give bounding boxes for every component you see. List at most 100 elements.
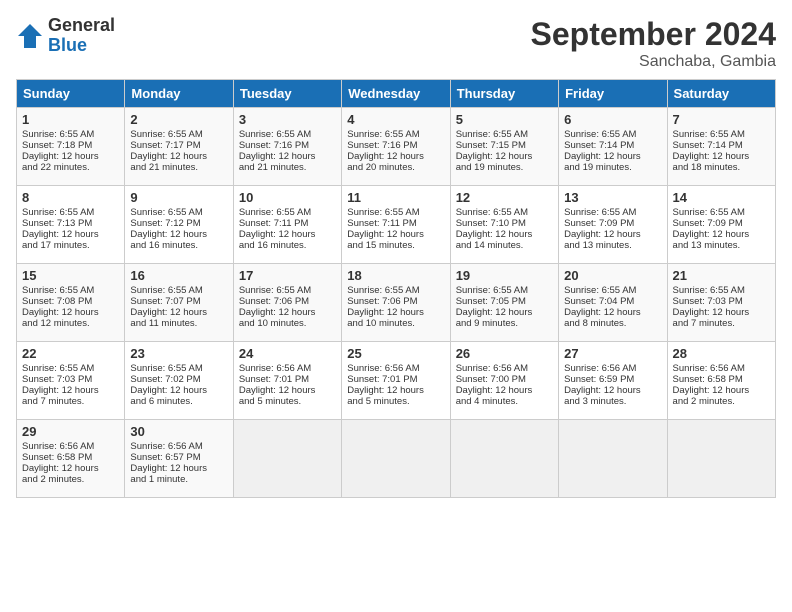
- cell-info-line: Sunset: 7:11 PM: [347, 218, 444, 229]
- day-number: 26: [456, 346, 553, 361]
- week-row-5: 29Sunrise: 6:56 AMSunset: 6:58 PMDayligh…: [17, 420, 776, 498]
- week-row-3: 15Sunrise: 6:55 AMSunset: 7:08 PMDayligh…: [17, 264, 776, 342]
- column-header-monday: Monday: [125, 80, 233, 108]
- week-row-1: 1Sunrise: 6:55 AMSunset: 7:18 PMDaylight…: [17, 108, 776, 186]
- page-header: General Blue September 2024 Sanchaba, Ga…: [16, 16, 776, 71]
- day-number: 4: [347, 112, 444, 127]
- cell-info-line: Daylight: 12 hours: [564, 307, 661, 318]
- cell-info-line: and 19 minutes.: [456, 162, 553, 173]
- cell-info-line: Sunrise: 6:55 AM: [347, 129, 444, 140]
- cell-info-line: Sunset: 7:08 PM: [22, 296, 119, 307]
- cell-info-line: and 1 minute.: [130, 474, 227, 485]
- cell-info-line: Sunset: 7:13 PM: [22, 218, 119, 229]
- logo: General Blue: [16, 16, 115, 56]
- cell-info-line: and 10 minutes.: [347, 318, 444, 329]
- cell-info-line: Sunrise: 6:55 AM: [347, 285, 444, 296]
- cell-info-line: Daylight: 12 hours: [456, 385, 553, 396]
- cell-info-line: Daylight: 12 hours: [347, 307, 444, 318]
- calendar-cell: 9Sunrise: 6:55 AMSunset: 7:12 PMDaylight…: [125, 186, 233, 264]
- day-number: 2: [130, 112, 227, 127]
- cell-info-line: Sunrise: 6:55 AM: [673, 207, 770, 218]
- day-number: 18: [347, 268, 444, 283]
- cell-info-line: Sunset: 7:01 PM: [347, 374, 444, 385]
- cell-info-line: and 14 minutes.: [456, 240, 553, 251]
- cell-info-line: and 20 minutes.: [347, 162, 444, 173]
- day-number: 9: [130, 190, 227, 205]
- cell-info-line: Daylight: 12 hours: [22, 229, 119, 240]
- cell-info-line: Daylight: 12 hours: [130, 385, 227, 396]
- calendar-cell: 23Sunrise: 6:55 AMSunset: 7:02 PMDayligh…: [125, 342, 233, 420]
- calendar-cell: 6Sunrise: 6:55 AMSunset: 7:14 PMDaylight…: [559, 108, 667, 186]
- cell-info-line: Sunset: 7:10 PM: [456, 218, 553, 229]
- calendar-cell: 21Sunrise: 6:55 AMSunset: 7:03 PMDayligh…: [667, 264, 775, 342]
- day-number: 8: [22, 190, 119, 205]
- cell-info-line: Daylight: 12 hours: [130, 463, 227, 474]
- cell-info-line: Sunset: 7:09 PM: [673, 218, 770, 229]
- cell-info-line: Daylight: 12 hours: [239, 151, 336, 162]
- cell-info-line: and 9 minutes.: [456, 318, 553, 329]
- calendar-cell: 5Sunrise: 6:55 AMSunset: 7:15 PMDaylight…: [450, 108, 558, 186]
- day-number: 28: [673, 346, 770, 361]
- calendar-cell: 26Sunrise: 6:56 AMSunset: 7:00 PMDayligh…: [450, 342, 558, 420]
- day-number: 23: [130, 346, 227, 361]
- calendar-cell: [559, 420, 667, 498]
- cell-info-line: Sunrise: 6:56 AM: [347, 363, 444, 374]
- day-number: 24: [239, 346, 336, 361]
- cell-info-line: Daylight: 12 hours: [130, 229, 227, 240]
- day-number: 17: [239, 268, 336, 283]
- day-number: 16: [130, 268, 227, 283]
- cell-info-line: and 17 minutes.: [22, 240, 119, 251]
- cell-info-line: Sunset: 7:16 PM: [239, 140, 336, 151]
- cell-info-line: Sunrise: 6:56 AM: [130, 441, 227, 452]
- cell-info-line: and 21 minutes.: [239, 162, 336, 173]
- cell-info-line: and 13 minutes.: [564, 240, 661, 251]
- cell-info-line: and 3 minutes.: [564, 396, 661, 407]
- cell-info-line: Sunrise: 6:55 AM: [130, 129, 227, 140]
- cell-info-line: Daylight: 12 hours: [22, 151, 119, 162]
- day-number: 1: [22, 112, 119, 127]
- cell-info-line: Sunrise: 6:55 AM: [22, 129, 119, 140]
- calendar-cell: 29Sunrise: 6:56 AMSunset: 6:58 PMDayligh…: [17, 420, 125, 498]
- cell-info-line: Daylight: 12 hours: [673, 307, 770, 318]
- column-header-thursday: Thursday: [450, 80, 558, 108]
- calendar-cell: 7Sunrise: 6:55 AMSunset: 7:14 PMDaylight…: [667, 108, 775, 186]
- day-number: 7: [673, 112, 770, 127]
- logo-blue: Blue: [48, 36, 115, 56]
- calendar-cell: 12Sunrise: 6:55 AMSunset: 7:10 PMDayligh…: [450, 186, 558, 264]
- cell-info-line: and 21 minutes.: [130, 162, 227, 173]
- calendar-cell: 8Sunrise: 6:55 AMSunset: 7:13 PMDaylight…: [17, 186, 125, 264]
- cell-info-line: and 12 minutes.: [22, 318, 119, 329]
- cell-info-line: Sunset: 7:09 PM: [564, 218, 661, 229]
- cell-info-line: Sunrise: 6:55 AM: [673, 285, 770, 296]
- calendar-cell: 15Sunrise: 6:55 AMSunset: 7:08 PMDayligh…: [17, 264, 125, 342]
- calendar-cell: [233, 420, 341, 498]
- cell-info-line: Sunrise: 6:56 AM: [22, 441, 119, 452]
- calendar-cell: 14Sunrise: 6:55 AMSunset: 7:09 PMDayligh…: [667, 186, 775, 264]
- calendar-cell: 27Sunrise: 6:56 AMSunset: 6:59 PMDayligh…: [559, 342, 667, 420]
- cell-info-line: Sunrise: 6:56 AM: [564, 363, 661, 374]
- logo-text: General Blue: [48, 16, 115, 56]
- cell-info-line: Daylight: 12 hours: [456, 307, 553, 318]
- day-number: 11: [347, 190, 444, 205]
- column-header-wednesday: Wednesday: [342, 80, 450, 108]
- calendar-cell: [450, 420, 558, 498]
- calendar-cell: 10Sunrise: 6:55 AMSunset: 7:11 PMDayligh…: [233, 186, 341, 264]
- cell-info-line: Sunrise: 6:55 AM: [22, 285, 119, 296]
- week-row-4: 22Sunrise: 6:55 AMSunset: 7:03 PMDayligh…: [17, 342, 776, 420]
- cell-info-line: Sunset: 6:57 PM: [130, 452, 227, 463]
- calendar-cell: 11Sunrise: 6:55 AMSunset: 7:11 PMDayligh…: [342, 186, 450, 264]
- cell-info-line: and 10 minutes.: [239, 318, 336, 329]
- location: Sanchaba, Gambia: [531, 53, 776, 71]
- day-number: 12: [456, 190, 553, 205]
- calendar-table: SundayMondayTuesdayWednesdayThursdayFrid…: [16, 79, 776, 498]
- day-number: 20: [564, 268, 661, 283]
- day-number: 10: [239, 190, 336, 205]
- calendar-cell: 3Sunrise: 6:55 AMSunset: 7:16 PMDaylight…: [233, 108, 341, 186]
- cell-info-line: Daylight: 12 hours: [239, 385, 336, 396]
- cell-info-line: Sunset: 7:04 PM: [564, 296, 661, 307]
- cell-info-line: Sunset: 7:16 PM: [347, 140, 444, 151]
- cell-info-line: Sunrise: 6:56 AM: [673, 363, 770, 374]
- cell-info-line: Sunrise: 6:55 AM: [456, 129, 553, 140]
- cell-info-line: and 16 minutes.: [130, 240, 227, 251]
- cell-info-line: Sunrise: 6:55 AM: [564, 285, 661, 296]
